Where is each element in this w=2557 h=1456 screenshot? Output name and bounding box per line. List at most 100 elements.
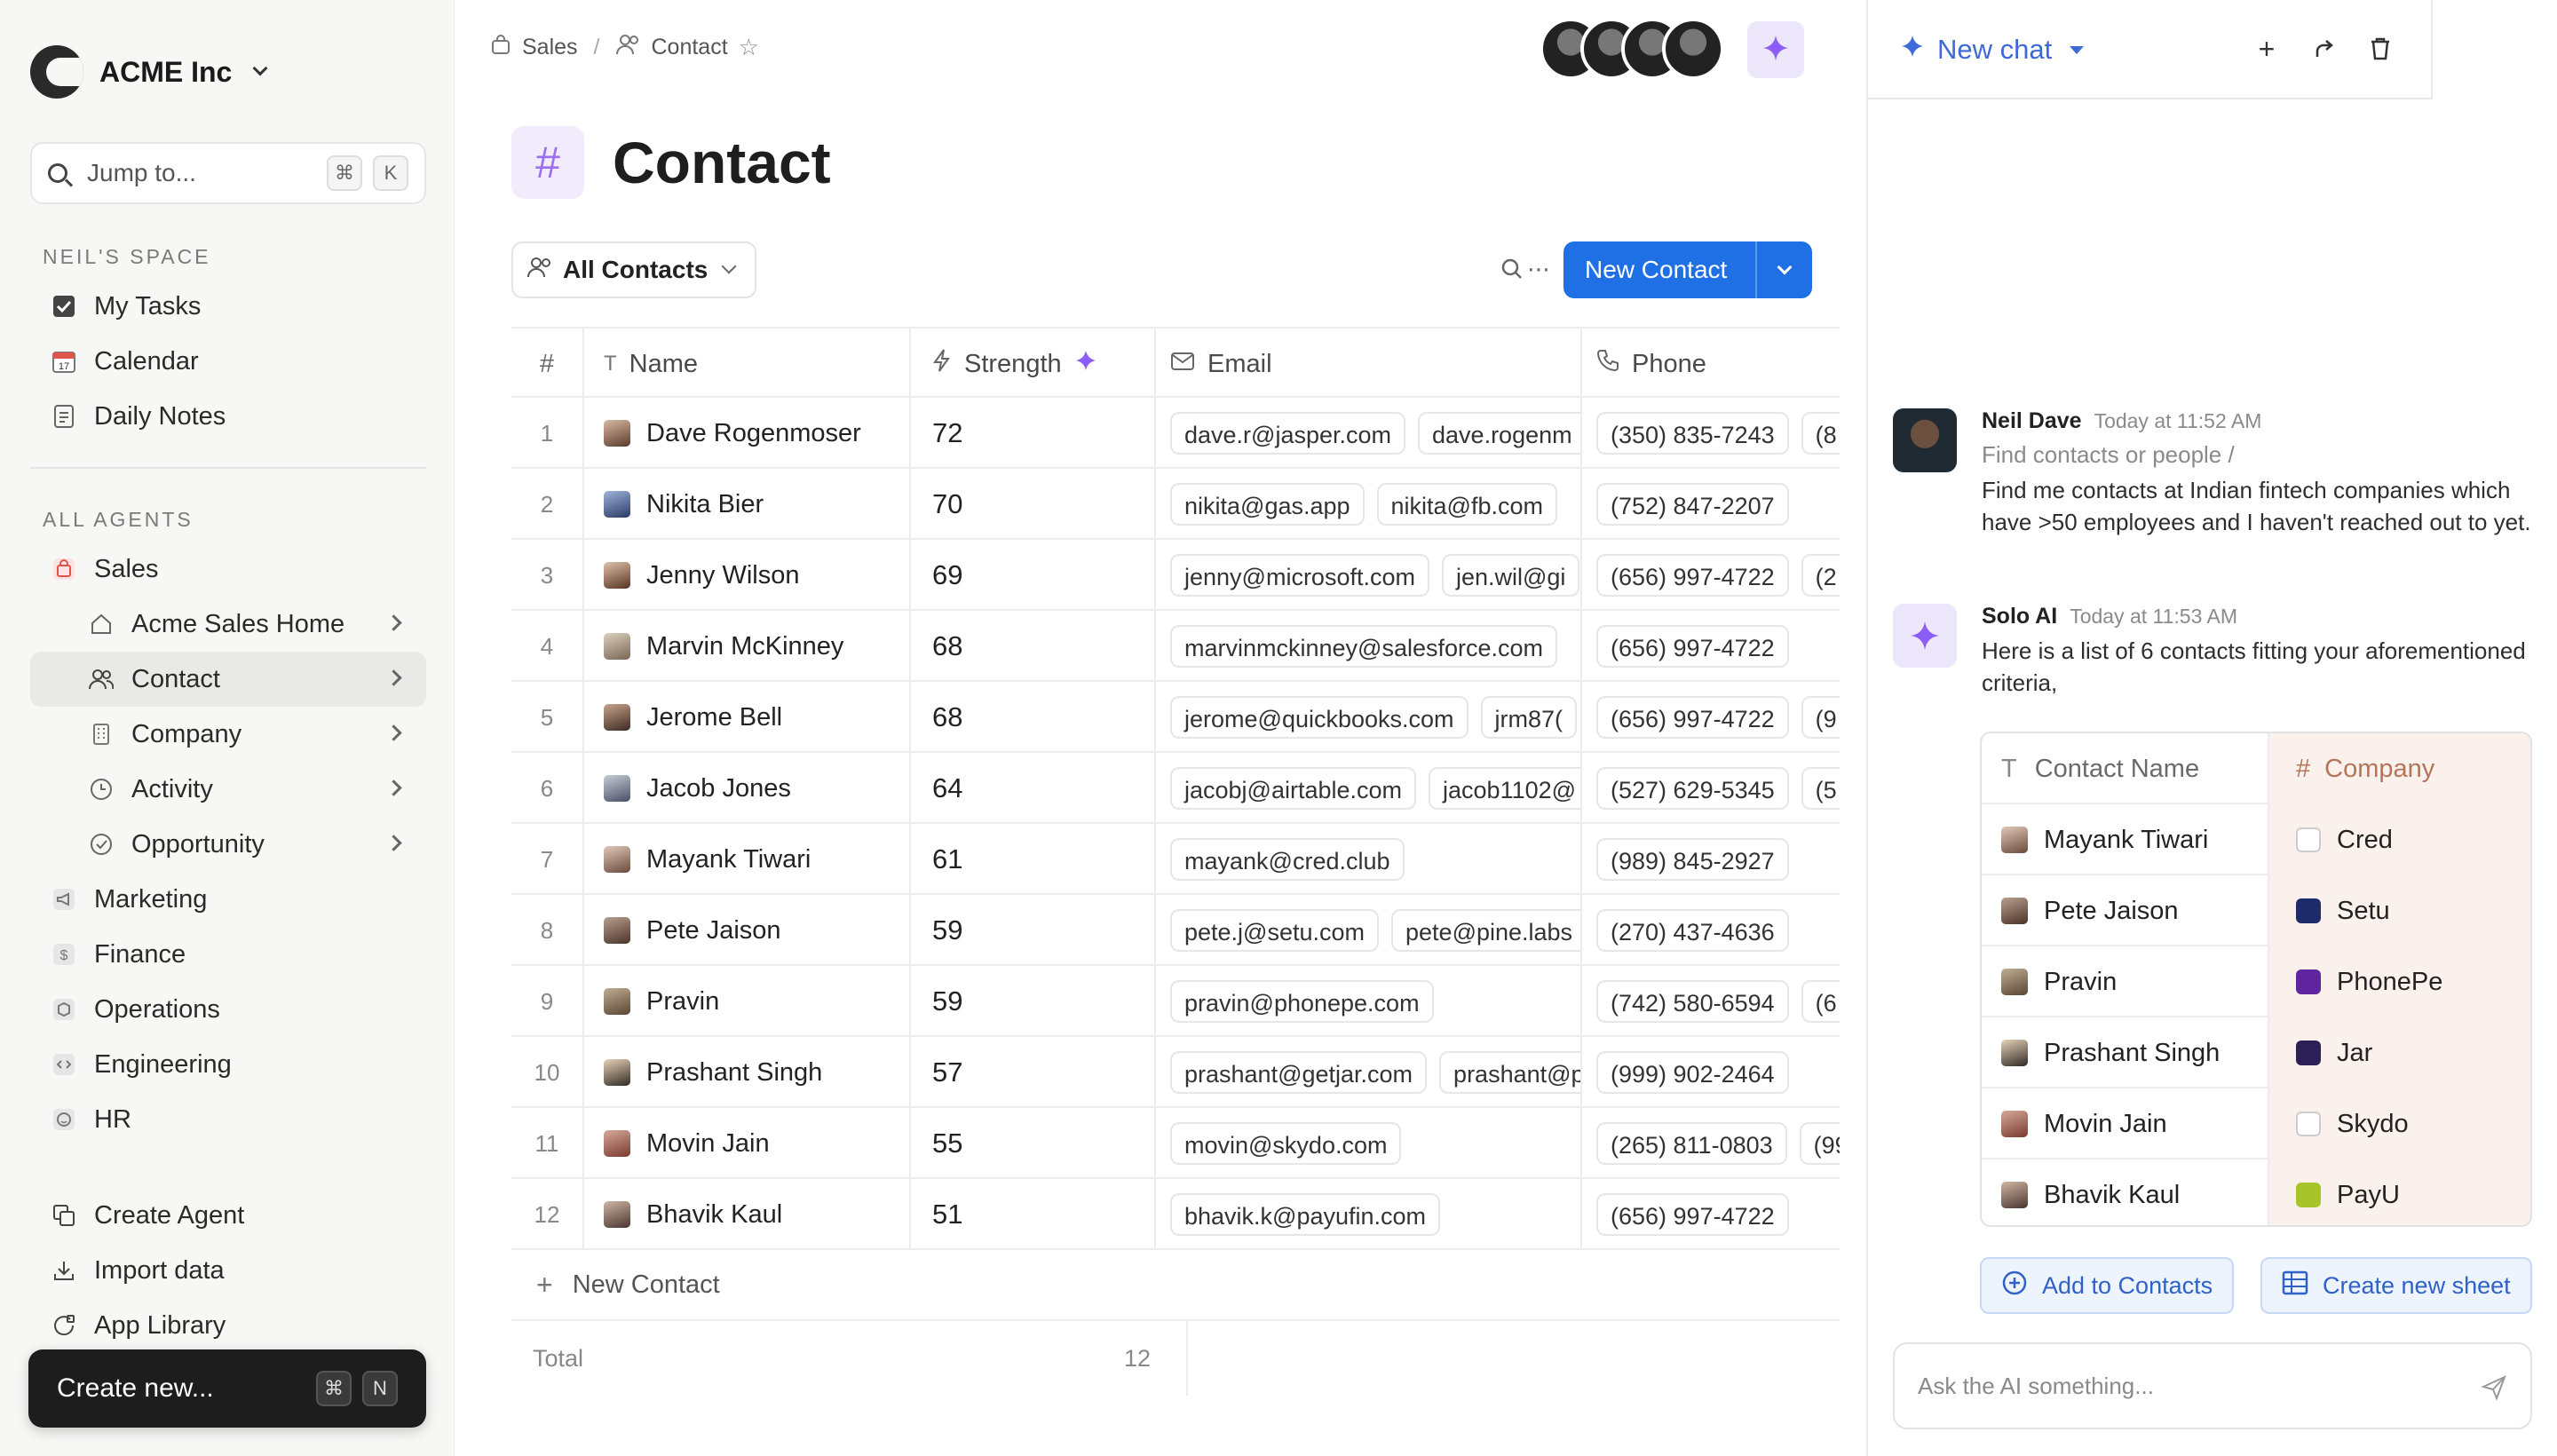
phone-chip[interactable]: (265) 811-0803 [1596, 1122, 1787, 1165]
phone-chip[interactable]: (8 [1801, 412, 1840, 455]
result-row[interactable]: Prashant Singh Jar [1982, 1017, 2530, 1088]
name-cell[interactable]: Bhavik Kaul [582, 1179, 909, 1250]
phone-chip[interactable]: (6 [1801, 980, 1840, 1023]
phone-cell[interactable]: (656) 997-4722 (2 [1580, 540, 1840, 611]
sidebar-item-import-data[interactable]: Import data [30, 1243, 426, 1298]
phone-chip[interactable]: (350) 835-7243 [1596, 412, 1789, 455]
ai-assistant-button[interactable] [1747, 21, 1804, 78]
table-row[interactable]: 2 Nikita Bier 70 nikita@gas.app nikita@fb.co… [511, 469, 1840, 540]
new-contact-button[interactable]: New Contact [1563, 241, 1812, 298]
strength-cell[interactable]: 70 [909, 469, 1154, 540]
email-chip[interactable]: bhavik.k@payufin.com [1170, 1193, 1441, 1236]
org-switcher[interactable]: ACME Inc [30, 43, 268, 101]
table-row[interactable]: 10 Prashant Singh 57 prashant@getjar.com pra… [511, 1037, 1840, 1108]
result-row[interactable]: Mayank Tiwari Cred [1982, 804, 2530, 875]
phone-chip[interactable]: (5 [1801, 767, 1840, 810]
email-chip[interactable]: dave.rogenm [1418, 412, 1580, 455]
search-icon[interactable] [1499, 256, 1525, 282]
name-cell[interactable]: Nikita Bier [582, 469, 909, 540]
email-chip[interactable]: pravin@phonepe.com [1170, 980, 1434, 1023]
result-name-cell[interactable]: Bhavik Kaul [1982, 1159, 2269, 1225]
breadcrumb-sales[interactable]: Sales [522, 35, 578, 60]
email-chip[interactable]: pete@pine.labs [1391, 909, 1580, 952]
table-row[interactable]: 12 Bhavik Kaul 51 bhavik.k@payufin.com (656)… [511, 1179, 1840, 1250]
email-cell[interactable]: pravin@phonepe.com [1154, 966, 1580, 1037]
strength-cell[interactable]: 55 [909, 1108, 1154, 1179]
phone-chip[interactable]: (989) 845-2927 [1596, 838, 1789, 881]
email-chip[interactable]: jenny@microsoft.com [1170, 554, 1429, 597]
strength-cell[interactable]: 59 [909, 895, 1154, 966]
sidebar-item-finance[interactable]: $ Finance [30, 927, 426, 982]
table-row[interactable]: 7 Mayank Tiwari 61 mayank@cred.club (989) 84… [511, 824, 1840, 895]
breadcrumb-contact[interactable]: Contact [652, 35, 728, 60]
phone-cell[interactable]: (742) 580-6594 (6 [1580, 966, 1840, 1037]
sidebar-item-create-agent[interactable]: Create Agent [30, 1188, 426, 1243]
phone-cell[interactable]: (527) 629-5345 (5 [1580, 753, 1840, 824]
result-name-cell[interactable]: Movin Jain [1982, 1088, 2269, 1159]
table-row[interactable]: 5 Jerome Bell 68 jerome@quickbooks.com jrm87… [511, 682, 1840, 753]
result-company-cell[interactable]: Skydo [2269, 1088, 2530, 1159]
name-cell[interactable]: Jenny Wilson [582, 540, 909, 611]
result-name-cell[interactable]: Pravin [1982, 946, 2269, 1017]
email-cell[interactable]: dave.r@jasper.com dave.rogenm [1154, 398, 1580, 469]
sidebar-item-my-tasks[interactable]: My Tasks [30, 279, 426, 334]
sidebar-item-hr[interactable]: HR [30, 1092, 426, 1147]
email-cell[interactable]: nikita@gas.app nikita@fb.com [1154, 469, 1580, 540]
table-row[interactable]: 6 Jacob Jones 64 jacobj@airtable.com jacob11… [511, 753, 1840, 824]
name-cell[interactable]: Prashant Singh [582, 1037, 909, 1108]
result-company-cell[interactable]: Jar [2269, 1017, 2530, 1088]
phone-cell[interactable]: (350) 835-7243 (8 [1580, 398, 1840, 469]
result-row[interactable]: Pete Jaison Setu [1982, 875, 2530, 946]
share-icon[interactable] [2308, 34, 2339, 64]
email-chip[interactable]: prashant@p [1439, 1051, 1580, 1094]
email-chip[interactable]: jen.wil@gi [1441, 554, 1580, 597]
result-company-cell[interactable]: PhonePe [2269, 946, 2530, 1017]
trash-icon[interactable] [2365, 34, 2395, 64]
phone-cell[interactable]: (989) 845-2927 [1580, 824, 1840, 895]
sidebar-item-engineering[interactable]: Engineering [30, 1037, 426, 1092]
phone-cell[interactable]: (656) 997-4722 [1580, 611, 1840, 682]
strength-cell[interactable]: 57 [909, 1037, 1154, 1108]
col-phone[interactable]: Phone [1580, 328, 1840, 400]
strength-cell[interactable]: 59 [909, 966, 1154, 1037]
email-chip[interactable]: marvinmckinney@salesforce.com [1170, 625, 1558, 668]
phone-chip[interactable]: (9 [1801, 696, 1840, 739]
sidebar-item-acme-sales-home[interactable]: Acme Sales Home [30, 597, 426, 652]
phone-chip[interactable]: (270) 437-4636 [1596, 909, 1789, 952]
name-cell[interactable]: Jerome Bell [582, 682, 909, 753]
email-cell[interactable]: pete.j@setu.com pete@pine.labs [1154, 895, 1580, 966]
create-sheet-button[interactable]: Create new sheet [2260, 1257, 2532, 1314]
col-strength[interactable]: Strength [909, 328, 1154, 400]
view-selector[interactable]: All Contacts [511, 241, 756, 298]
name-cell[interactable]: Jacob Jones [582, 753, 909, 824]
result-name-cell[interactable]: Mayank Tiwari [1982, 804, 2269, 875]
table-row[interactable]: 9 Pravin 59 pravin@phonepe.com (742) 580-659… [511, 966, 1840, 1037]
strength-cell[interactable]: 69 [909, 540, 1154, 611]
strength-cell[interactable]: 72 [909, 398, 1154, 469]
email-chip[interactable]: dave.r@jasper.com [1170, 412, 1406, 455]
phone-chip[interactable]: (656) 997-4722 [1596, 554, 1789, 597]
name-cell[interactable]: Dave Rogenmoser [582, 398, 909, 469]
table-row[interactable]: 8 Pete Jaison 59 pete.j@setu.com pete@pine.l… [511, 895, 1840, 966]
email-chip[interactable]: movin@skydo.com [1170, 1122, 1402, 1165]
result-name-cell[interactable]: Prashant Singh [1982, 1017, 2269, 1088]
create-new-button[interactable]: Create new... ⌘ N [28, 1349, 426, 1428]
new-contact-dropdown[interactable] [1755, 241, 1812, 298]
sidebar-item-daily-notes[interactable]: Daily Notes [30, 389, 426, 444]
email-chip[interactable]: jacobj@airtable.com [1170, 767, 1417, 810]
phone-cell[interactable]: (656) 997-4722 (9 [1580, 682, 1840, 753]
phone-chip[interactable]: (527) 629-5345 [1596, 767, 1789, 810]
plus-icon[interactable]: + [2252, 33, 2282, 65]
strength-cell[interactable]: 64 [909, 753, 1154, 824]
email-cell[interactable]: movin@skydo.com [1154, 1108, 1580, 1179]
email-cell[interactable]: jacobj@airtable.com jacob1102@ [1154, 753, 1580, 824]
strength-cell[interactable]: 61 [909, 824, 1154, 895]
email-chip[interactable]: nikita@fb.com [1376, 483, 1557, 526]
result-company-cell[interactable]: Cred [2269, 804, 2530, 875]
chat-title-dropdown[interactable]: New chat [1900, 34, 2085, 66]
col-email[interactable]: Email [1154, 328, 1580, 400]
email-cell[interactable]: marvinmckinney@salesforce.com [1154, 611, 1580, 682]
table-row[interactable]: 11 Movin Jain 55 movin@skydo.com (265) 811-0… [511, 1108, 1840, 1179]
name-cell[interactable]: Mayank Tiwari [582, 824, 909, 895]
col-name[interactable]: T Name [582, 328, 909, 400]
